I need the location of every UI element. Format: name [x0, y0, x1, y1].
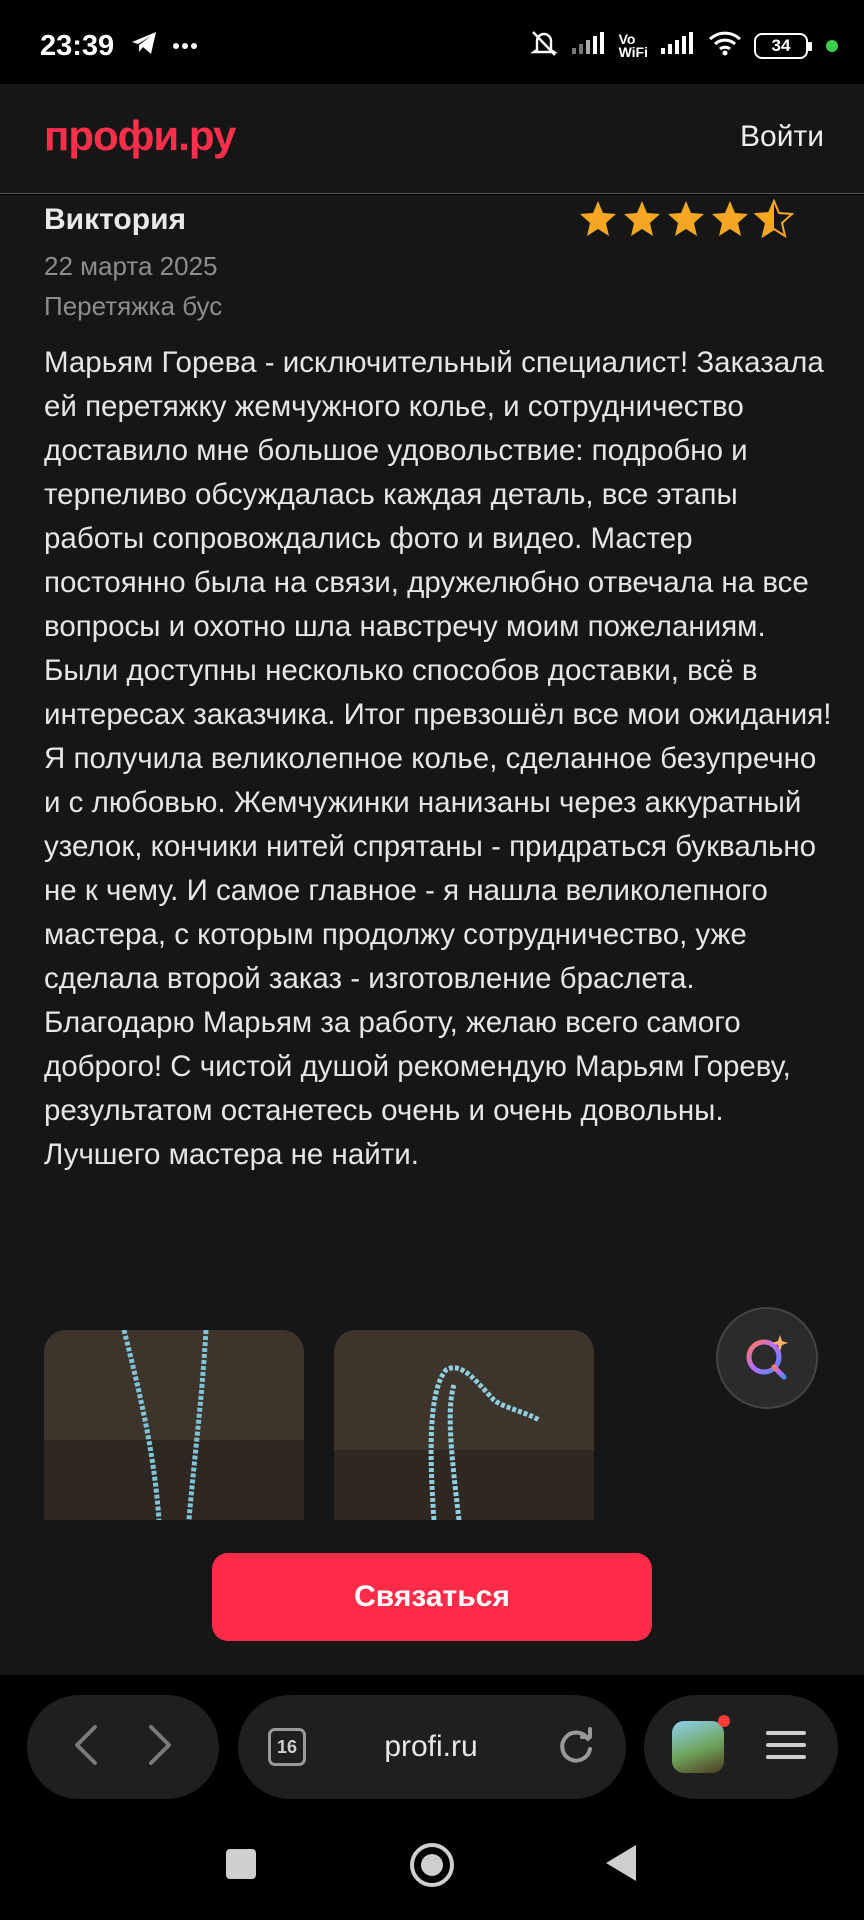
notification-dot [718, 1715, 730, 1727]
vowifi-indicator: Vo WiFi [618, 32, 648, 60]
status-right-icons: Vo WiFi 34 [529, 28, 838, 63]
reviewer-name: Виктория [44, 203, 187, 236]
wifi-icon [708, 30, 742, 61]
telegram-icon [130, 30, 158, 61]
privacy-indicator [826, 39, 838, 52]
rating-stars [578, 199, 794, 239]
menu-pill [644, 1695, 838, 1799]
battery-level: 34 [771, 35, 791, 55]
reload-icon[interactable] [556, 1725, 596, 1770]
assistant-button[interactable] [716, 1307, 818, 1409]
url-text[interactable]: profi.ru [306, 1730, 556, 1764]
home-icon[interactable] [408, 1841, 456, 1894]
login-link[interactable]: Войти [740, 120, 824, 154]
contact-button[interactable]: Связаться [212, 1553, 652, 1641]
star-icon [580, 201, 616, 236]
address-bar[interactable]: 16 profi.ru [238, 1695, 626, 1799]
status-time: 23:39 [40, 30, 115, 62]
star-icon [624, 201, 660, 236]
star-icon [712, 201, 748, 236]
bell-muted-icon [529, 28, 559, 63]
star-icon [754, 199, 794, 239]
review-content: Виктория 22 марта 2025 Перетяжка бус Мар… [0, 195, 864, 1675]
star-icon [668, 201, 704, 236]
profi-logo[interactable]: профи.ру [44, 112, 236, 160]
ai-search-icon [740, 1329, 794, 1388]
back-icon[interactable] [71, 1723, 101, 1772]
vowifi-line2: WiFi [618, 43, 648, 60]
signal-icon [660, 31, 696, 60]
tabs-button[interactable]: 16 [268, 1728, 306, 1766]
review-photo[interactable] [334, 1330, 594, 1520]
recent-apps-icon[interactable] [224, 1847, 258, 1886]
system-nav-bar [0, 1815, 864, 1920]
forward-icon[interactable] [145, 1723, 175, 1772]
tabs-count: 16 [276, 1736, 298, 1757]
review-text: Марьям Горева - исключительный специалис… [44, 346, 832, 1171]
browser-toolbar: 16 profi.ru [0, 1675, 864, 1815]
review-date: 22 марта 2025 [44, 251, 218, 281]
more-dots-icon [172, 37, 198, 55]
game-shortcut-icon[interactable] [672, 1715, 730, 1773]
nav-buttons [27, 1695, 219, 1799]
signal-icon [571, 31, 607, 60]
site-header: профи.ру Войти [0, 84, 864, 194]
review-service: Перетяжка бус [44, 291, 223, 321]
hamburger-menu-icon[interactable] [766, 1729, 806, 1766]
status-bar: 23:39 Vo WiFi 34 [0, 0, 864, 84]
review-photo[interactable] [44, 1330, 304, 1520]
battery-icon: 34 [754, 32, 812, 59]
back-nav-icon[interactable] [604, 1843, 638, 1888]
status-left-icons [130, 30, 198, 61]
